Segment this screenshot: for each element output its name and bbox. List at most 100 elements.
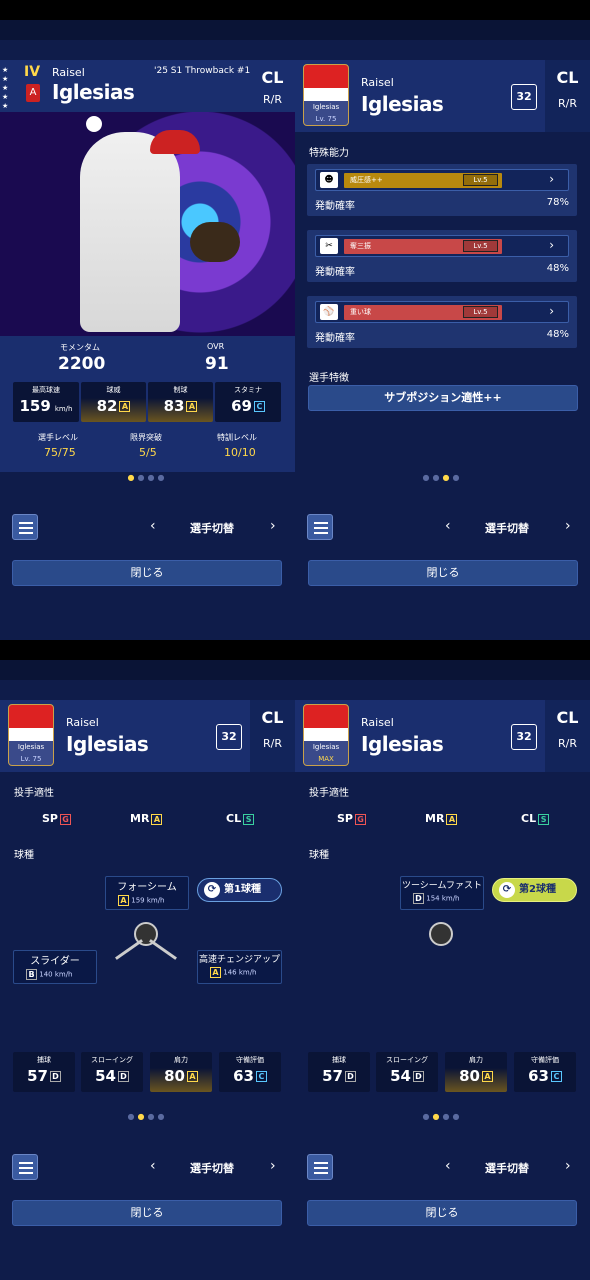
player-figure-icon xyxy=(80,132,180,332)
uniform-number: 32 xyxy=(511,724,537,750)
field-throwing: スローイング 54 D xyxy=(376,1052,438,1092)
training-label: 特訓レベル xyxy=(217,433,257,442)
apt-cl: CL S xyxy=(226,812,255,825)
player-header: ★ ★ ★ ★ ★ IV A Raisel Iglesias '25 S1 Throwb… xyxy=(0,60,295,112)
intimidation-icon: ☻ xyxy=(320,172,338,188)
menu-button[interactable] xyxy=(12,514,38,540)
pitcher-aptitude-label: 投手適性 xyxy=(14,788,54,799)
menu-button[interactable] xyxy=(307,1154,333,1180)
next-arrow-icon[interactable]: › xyxy=(565,518,571,534)
card-series: '25 S1 Throwback #1 xyxy=(154,66,251,76)
page-dots: ●●●● xyxy=(422,473,463,482)
pitch-rank-pill[interactable]: ⟳ 第1球種 xyxy=(197,878,282,902)
heavy-ball-icon: ⚾ xyxy=(320,304,338,320)
pitch-fourseam[interactable]: フォーシーム A 159 km/h xyxy=(105,876,189,910)
player-trait-label: 選手特徴 xyxy=(309,373,349,384)
chevron-right-icon: › xyxy=(549,172,554,186)
team-logo-icon: A xyxy=(26,84,40,102)
prev-arrow-icon[interactable]: ‹ xyxy=(150,518,156,534)
special-abilities-label: 特殊能力 xyxy=(309,148,349,159)
page-dots: ●●●● xyxy=(422,1112,463,1121)
apt-cl: CL S xyxy=(521,812,550,825)
menu-button[interactable] xyxy=(307,514,333,540)
player-first-name: Raisel xyxy=(361,716,394,729)
position-label: CL xyxy=(261,708,284,727)
skill-intimidation[interactable]: ☻ 威圧感++ Lv.5 › 発動確率 78% xyxy=(307,164,577,216)
player-last-name: Iglesias xyxy=(52,80,135,104)
direction-left-icon xyxy=(115,939,143,960)
prev-arrow-icon[interactable]: ‹ xyxy=(445,1158,451,1174)
trait-button[interactable]: サブポジション適性++ xyxy=(308,385,578,411)
player-last-name: Iglesias xyxy=(66,732,149,756)
next-arrow-icon[interactable]: › xyxy=(565,1158,571,1174)
skill-strikeout[interactable]: ✂ 奪三振 Lv.5 › 発動確率 48% xyxy=(307,230,577,282)
tier-badge: IV xyxy=(24,64,41,80)
menu-button[interactable] xyxy=(12,1154,38,1180)
prev-arrow-icon[interactable]: ‹ xyxy=(445,518,451,534)
pitch-rank-pill[interactable]: ⟳ 第2球種 xyxy=(492,878,577,902)
field-arm: 肩力 80 A xyxy=(445,1052,507,1092)
panel-topbar xyxy=(0,20,295,40)
player-header: Iglesias Lv. 75 Raisel Iglesias 32 CL R/… xyxy=(295,60,590,132)
player-card-art xyxy=(0,112,295,336)
momentum-label: モメンタム xyxy=(60,343,100,352)
cap-icon xyxy=(150,130,200,154)
nav-row: ‹ 選手切替 › xyxy=(0,1152,295,1182)
player-first-name: Raisel xyxy=(361,76,394,89)
page-dots: ●●●● xyxy=(127,473,168,482)
handedness-label: R/R xyxy=(558,737,577,750)
player-card-thumbnail: Iglesias Lv. 75 xyxy=(303,64,349,126)
handedness-label: R/R xyxy=(263,93,282,106)
switch-player-label: 選手切替 xyxy=(485,522,529,535)
player-last-name: Iglesias xyxy=(361,92,444,116)
stat-control: 制球 83 A xyxy=(148,382,213,422)
nav-row: ‹ 選手切替 › xyxy=(295,1152,590,1182)
player-last-name: Iglesias xyxy=(361,732,444,756)
chevron-right-icon: › xyxy=(549,238,554,252)
uniform-number: 32 xyxy=(216,724,242,750)
player-header: Iglesias Lv. 75 Raisel Iglesias 32 CL R/… xyxy=(0,700,295,772)
ovr-value: 91 xyxy=(205,354,229,374)
close-button[interactable]: 閉じる xyxy=(308,560,578,586)
refresh-icon: ⟳ xyxy=(204,882,220,898)
next-arrow-icon[interactable]: › xyxy=(270,518,276,534)
stats-area: モメンタム 2200 OVR 91 最高球速 159 km/h 球威 82 A 制球… xyxy=(0,336,295,472)
close-button[interactable]: 閉じる xyxy=(307,1200,577,1226)
pitch-changeup[interactable]: 高速チェンジアップ A 146 km/h xyxy=(197,950,282,984)
close-button[interactable]: 閉じる xyxy=(12,560,282,586)
stat-max-speed: 最高球速 159 km/h xyxy=(13,382,79,422)
direction-right-icon xyxy=(149,939,177,960)
pitcher-aptitude-label: 投手適性 xyxy=(309,788,349,799)
level-value: 75/75 xyxy=(44,446,76,459)
panel-pitches-2: Iglesias MAX Raisel Iglesias 32 CL R/R 投… xyxy=(295,660,590,1280)
pitch-slider[interactable]: スライダー B 140 km/h xyxy=(13,950,97,984)
panel-topbar xyxy=(0,660,295,680)
apt-sp: SP G xyxy=(42,812,71,825)
pitch-types-label: 球種 xyxy=(14,850,34,861)
separator-strip xyxy=(0,640,590,660)
training-value: 10/10 xyxy=(224,446,256,459)
prev-arrow-icon[interactable]: ‹ xyxy=(150,1158,156,1174)
handedness-label: R/R xyxy=(263,737,282,750)
field-defense-rating: 守備評価 63 C xyxy=(219,1052,281,1092)
player-card-thumbnail: Iglesias MAX xyxy=(303,704,349,766)
switch-player-label: 選手切替 xyxy=(190,522,234,535)
field-catching: 捕球 57 D xyxy=(13,1052,75,1092)
skill-heavy-ball[interactable]: ⚾ 重い球 Lv.5 › 発動確率 48% xyxy=(307,296,577,348)
close-button[interactable]: 閉じる xyxy=(12,1200,282,1226)
limit-break-value: 5/5 xyxy=(139,446,157,459)
field-arm: 肩力 80 A xyxy=(150,1052,212,1092)
switch-player-label: 選手切替 xyxy=(485,1162,529,1175)
panel-topbar xyxy=(295,660,590,680)
panel-pitches-1: Iglesias Lv. 75 Raisel Iglesias 32 CL R/… xyxy=(0,660,295,1280)
nav-row: ‹ 選手切替 › xyxy=(0,512,295,542)
tier-stars-icon: ★ ★ ★ ★ ★ xyxy=(2,66,9,110)
refresh-icon: ⟳ xyxy=(499,882,515,898)
handedness-label: R/R xyxy=(558,97,577,110)
uniform-number: 32 xyxy=(511,84,537,110)
apt-sp: SP G xyxy=(337,812,366,825)
pitch-twoseam[interactable]: ツーシームファスト D 154 km/h xyxy=(400,876,484,910)
player-first-name: Raisel xyxy=(52,66,85,79)
switch-player-label: 選手切替 xyxy=(190,1162,234,1175)
next-arrow-icon[interactable]: › xyxy=(270,1158,276,1174)
